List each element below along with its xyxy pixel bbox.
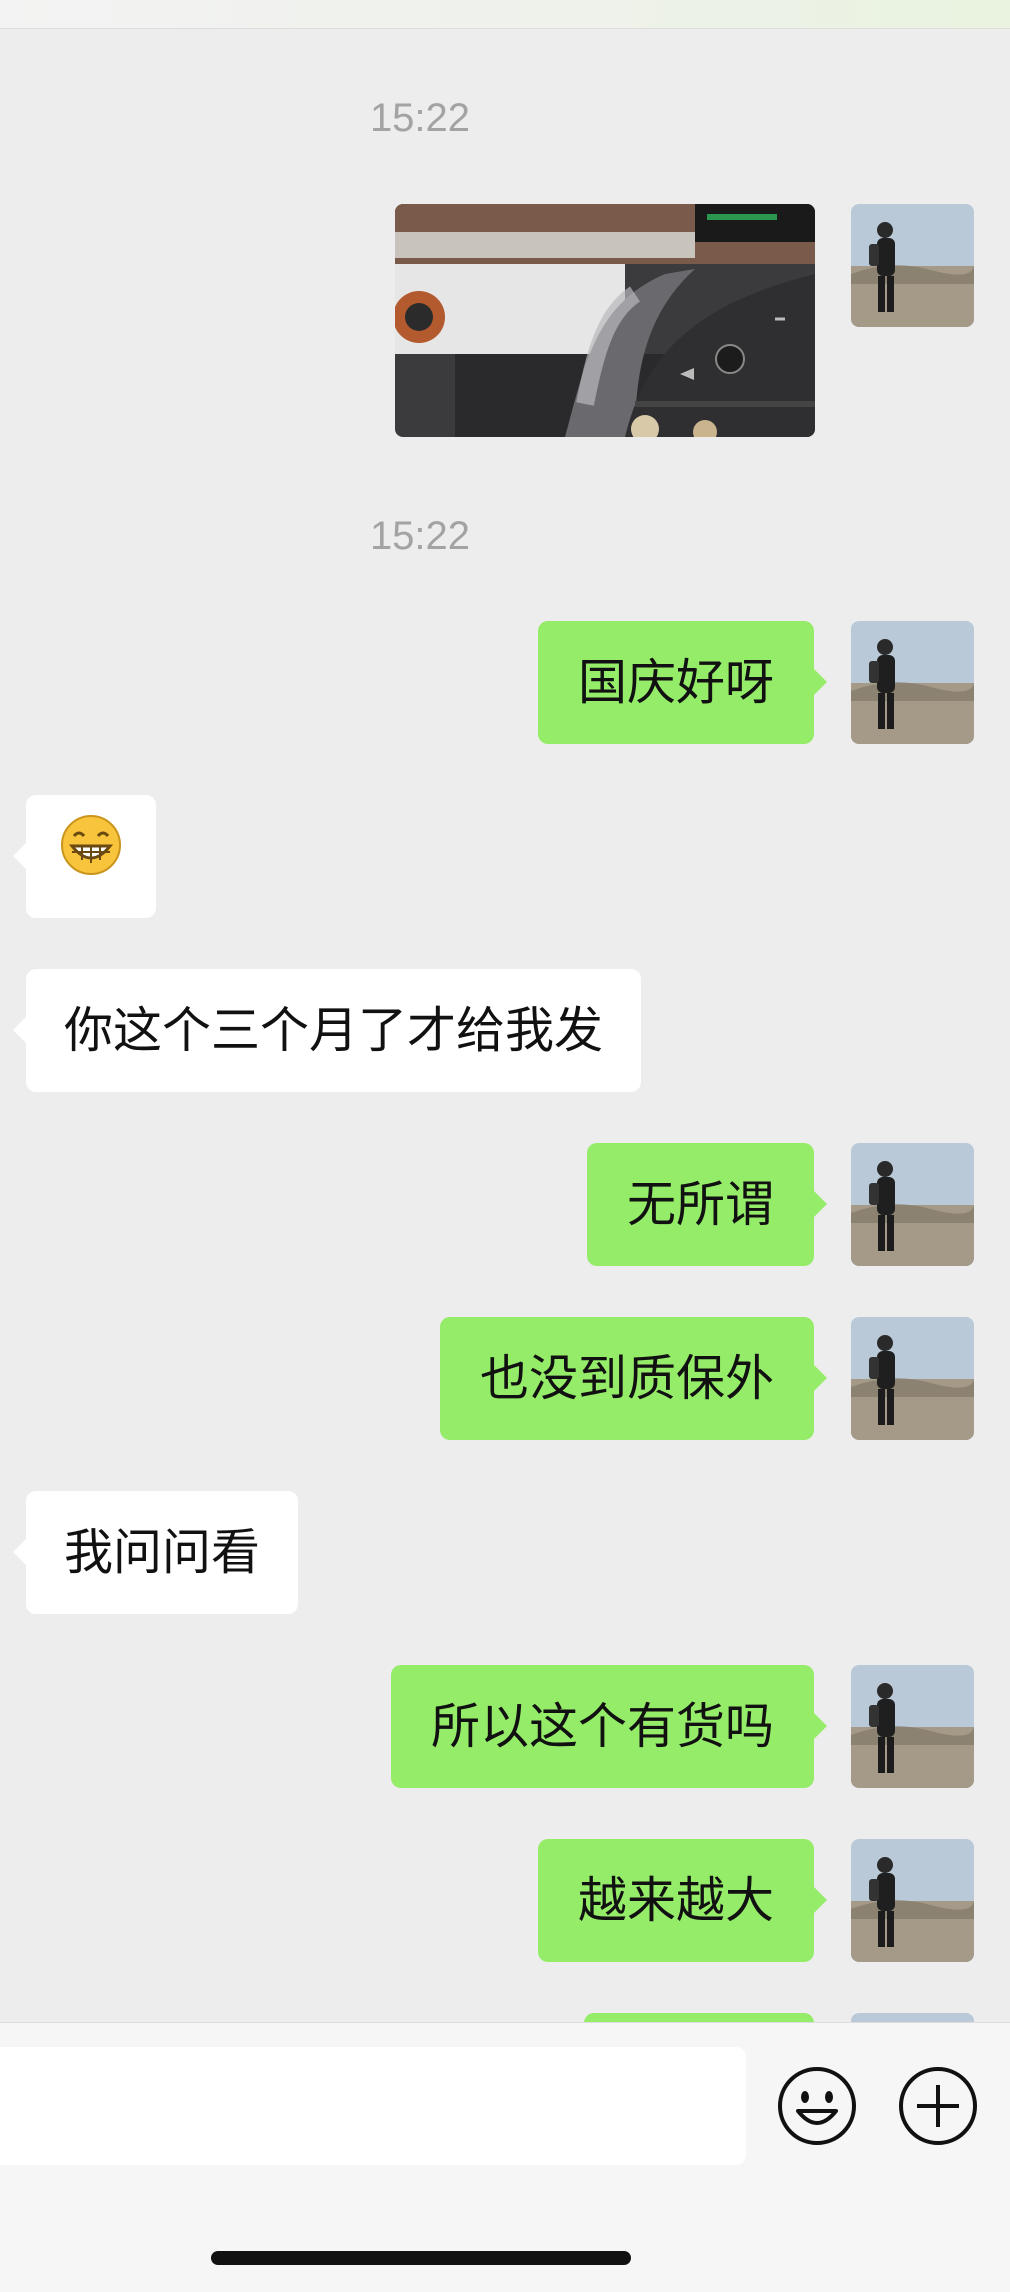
avatar-icon [851,1317,974,1440]
avatar-me[interactable] [851,1317,974,1440]
avatar-me[interactable] [851,204,974,327]
message-text: 你这个三个月了才给我发 [64,1002,604,1059]
avatar-icon [851,1665,974,1788]
avatar-icon [851,1143,974,1266]
timestamp: 15:22 [369,96,471,140]
avatar-me[interactable] [851,2013,974,2022]
avatar-icon [851,1839,974,1962]
home-indicator [211,2251,631,2265]
avatar-icon [851,2013,974,2022]
message-text: 所以这个有货吗 [430,1698,774,1755]
chat-message-list[interactable]: 15:22 15:22 国庆好呀 你这个三个月了才给我发 无所谓 也没到质保外 … [0,28,1010,2022]
avatar-icon [851,621,974,744]
message-text: 我问问看 [64,1524,261,1581]
image-message[interactable] [395,204,815,437]
sent-message-bubble[interactable]: 越来越大 [537,1839,828,1962]
sent-message-bubble[interactable]: 所以这个有货吗 [390,1665,828,1788]
message-text: 也没到质保外 [479,1350,774,1407]
message-input[interactable] [0,2047,746,2165]
avatar-me[interactable] [851,1839,974,1962]
avatar-me[interactable] [851,621,974,744]
avatar-me[interactable] [851,1665,974,1788]
sent-message-bubble[interactable]: 无所谓 [586,1143,828,1266]
avatar-me[interactable] [851,1143,974,1266]
sent-message-bubble-partial[interactable] [584,2013,814,2022]
smiley-face-icon [778,2067,856,2145]
plus-circle-icon [899,2067,977,2145]
received-message-bubble[interactable]: 我问问看 [12,1491,299,1614]
car-interior-photo [395,204,815,437]
top-status-strip [0,0,1010,29]
message-text: 无所谓 [626,1176,774,1233]
emoji-button[interactable] [776,2065,858,2147]
more-button[interactable] [897,2065,979,2147]
avatar-icon [851,204,974,327]
emoji-grin-icon [60,798,122,921]
message-text: 越来越大 [577,1872,774,1929]
sent-message-bubble[interactable]: 国庆好呀 [537,621,828,744]
message-text: 国庆好呀 [577,654,774,711]
timestamp: 15:22 [369,514,471,558]
sent-message-bubble[interactable]: 也没到质保外 [439,1317,828,1440]
received-message-bubble[interactable] [13,795,156,921]
received-message-bubble[interactable]: 你这个三个月了才给我发 [12,969,642,1092]
